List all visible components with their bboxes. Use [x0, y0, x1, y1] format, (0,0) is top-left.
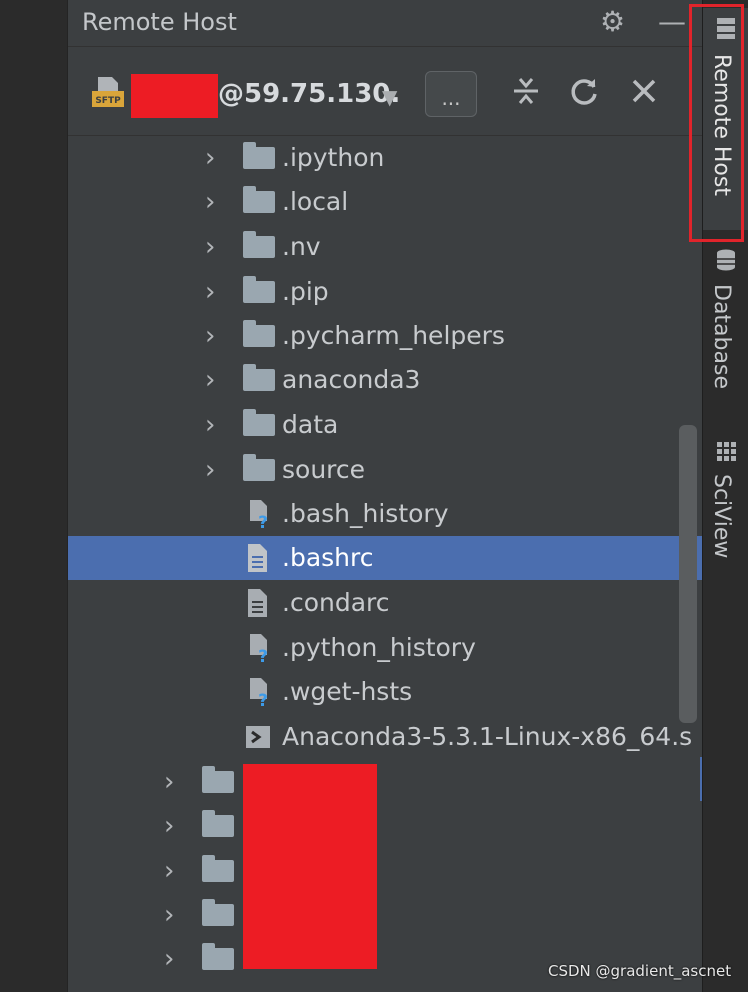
chevron-right-icon[interactable]: › [164, 767, 174, 797]
chevron-down-icon[interactable]: ▼ [382, 85, 397, 109]
unknown-file-icon: ? [250, 678, 268, 707]
tree-row[interactable]: ? .python_history [68, 626, 702, 670]
chevron-right-icon[interactable]: › [164, 811, 174, 841]
text-file-icon [248, 589, 267, 617]
database-icon [717, 249, 735, 271]
tree-row-label: .local [282, 187, 349, 216]
unknown-file-icon: ? [250, 634, 268, 663]
folder-icon [202, 855, 234, 882]
tree-row-label: source [282, 455, 366, 484]
refresh-icon[interactable] [568, 75, 600, 107]
panel-header: Remote Host ⚙ — [68, 0, 702, 47]
folder-icon [243, 454, 275, 481]
tree-row-label: .bashrc [282, 543, 374, 572]
tree-row-label: .python_history [282, 633, 476, 662]
tab-label: Database [709, 284, 734, 389]
folder-icon [202, 810, 234, 837]
folder-icon [243, 320, 275, 347]
tree-row-label: Anaconda3-5.3.1-Linux-x86_64.s [282, 722, 693, 751]
vertical-scrollbar[interactable] [679, 425, 697, 723]
chevron-right-icon[interactable]: › [164, 856, 174, 886]
tree-row-selected[interactable]: .bashrc [68, 536, 702, 580]
chevron-right-icon[interactable]: › [164, 900, 174, 930]
folder-icon [202, 943, 234, 970]
chevron-right-icon[interactable]: › [205, 321, 215, 351]
tree-row[interactable]: › .ipython [68, 136, 702, 180]
tree-row-label: .pycharm_helpers [282, 321, 505, 350]
tree-row[interactable]: › data [68, 403, 702, 447]
folder-icon [243, 186, 275, 213]
tree-row[interactable]: › [68, 893, 702, 937]
folder-icon [202, 899, 234, 926]
tree-row[interactable]: › .nv [68, 225, 702, 269]
chevron-right-icon[interactable]: › [205, 187, 215, 217]
remote-host-panel: Remote Host ⚙ — SFTP @59.75.130. ▼ ... › [68, 0, 702, 992]
chevron-right-icon[interactable]: › [164, 944, 174, 974]
tree-row-label: .bash_history [282, 499, 449, 528]
tree-row[interactable]: ? .wget-hsts [68, 670, 702, 714]
sftp-icon: SFTP [92, 77, 124, 107]
editor-gutter [0, 0, 68, 992]
folder-icon [243, 409, 275, 436]
redacted-folder-names [243, 764, 377, 969]
tree-row[interactable]: .condarc [68, 581, 702, 625]
tree-row[interactable]: Anaconda3-5.3.1-Linux-x86_64.s [68, 715, 702, 759]
folder-icon [243, 364, 275, 391]
text-file-icon [248, 544, 267, 572]
tree-row[interactable]: › .pip [68, 270, 702, 314]
tree-row-label: .wget-hsts [282, 677, 413, 706]
panel-title: Remote Host [82, 8, 237, 36]
svg-text:?: ? [258, 691, 268, 707]
tree-row-label: anaconda3 [282, 365, 421, 394]
annotation-highlight [689, 4, 744, 242]
tree-row[interactable]: ? .bash_history [68, 492, 702, 536]
collapse-all-icon[interactable] [510, 75, 542, 107]
chevron-right-icon[interactable]: › [205, 232, 215, 262]
tree-row[interactable]: › .pycharm_helpers [68, 314, 702, 358]
svg-text:?: ? [258, 647, 268, 663]
chevron-right-icon[interactable]: › [205, 365, 215, 395]
tree-row-label: data [282, 410, 339, 439]
folder-icon [243, 142, 275, 169]
unknown-file-icon: ? [250, 500, 268, 529]
chevron-right-icon[interactable]: › [205, 455, 215, 485]
host-address[interactable]: @59.75.130. [218, 79, 400, 109]
folder-icon [243, 276, 275, 303]
sftp-label: SFTP [95, 96, 121, 106]
redacted-username [131, 74, 218, 118]
gear-icon[interactable]: ⚙ [600, 6, 625, 38]
chevron-right-icon[interactable]: › [205, 277, 215, 307]
tree-row[interactable]: › [68, 849, 702, 893]
watermark: CSDN @gradient_ascnet [548, 962, 732, 980]
more-connections-button[interactable]: ... [425, 71, 477, 117]
tree-row-label: .ipython [282, 143, 385, 172]
tab-label: SciView [709, 474, 734, 559]
close-icon[interactable] [628, 75, 660, 107]
svg-text:?: ? [258, 513, 268, 529]
connection-toolbar: SFTP @59.75.130. ▼ ... [68, 47, 702, 136]
shell-script-icon [246, 726, 270, 748]
tree-row[interactable]: › source [68, 448, 702, 492]
tab-sciview[interactable]: SciView [703, 432, 748, 572]
tree-row-label: .pip [282, 277, 329, 306]
chevron-right-icon[interactable]: › [205, 143, 215, 173]
tree-row-label: .condarc [282, 588, 390, 617]
tab-database[interactable]: Database [703, 240, 748, 410]
tree-row[interactable]: › anaconda3 [68, 358, 702, 402]
grid-icon [717, 442, 736, 461]
chevron-right-icon[interactable]: › [205, 410, 215, 440]
tree-row[interactable]: › .local [68, 180, 702, 224]
tree-row[interactable]: › [68, 804, 702, 848]
minimize-icon[interactable]: — [658, 6, 686, 38]
tree-row[interactable]: › [68, 760, 702, 804]
folder-icon [202, 766, 234, 793]
tree-row-label: .nv [282, 232, 321, 261]
folder-icon [243, 231, 275, 258]
